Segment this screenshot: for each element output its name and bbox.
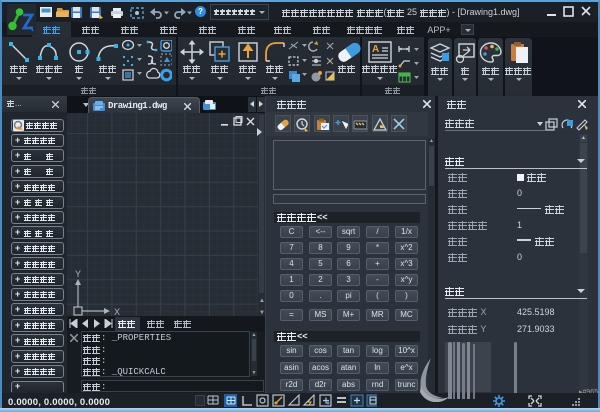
svg-text:Y: Y	[75, 269, 81, 279]
svg-text:A: A	[372, 44, 379, 55]
